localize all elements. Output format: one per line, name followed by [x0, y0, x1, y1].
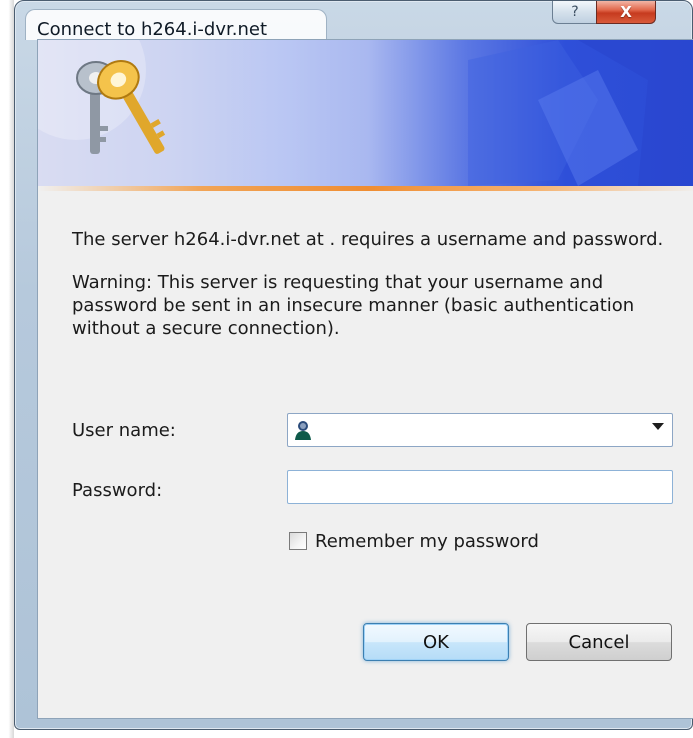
page-edge [0, 0, 14, 738]
server-message: The server h264.i-dvr.net at . requires … [72, 229, 664, 250]
remember-password-checkbox[interactable] [289, 532, 307, 550]
message-area: The server h264.i-dvr.net at . requires … [72, 228, 682, 340]
username-combobox[interactable] [287, 413, 673, 447]
dialog-title: Connect to h264.i-dvr.net [37, 19, 268, 40]
keys-icon [38, 40, 166, 154]
login-dialog: Connect to h264.i-dvr.net ? X The server… [14, 0, 693, 730]
remember-password-label[interactable]: Remember my password [315, 531, 539, 552]
cancel-button[interactable]: Cancel [526, 623, 672, 661]
banner-art [38, 40, 693, 186]
dialog-body: The server h264.i-dvr.net at . requires … [37, 39, 693, 719]
title-bar[interactable]: Connect to h264.i-dvr.net ? X [15, 1, 692, 40]
close-icon: X [620, 3, 632, 21]
banner-divider [38, 186, 693, 191]
close-button[interactable]: X [596, 1, 656, 24]
help-icon: ? [571, 4, 579, 20]
remember-password-option[interactable]: Remember my password [289, 530, 539, 552]
password-label: Password: [72, 480, 163, 501]
help-button[interactable]: ? [552, 1, 598, 24]
username-label: User name: [72, 420, 176, 441]
password-field[interactable] [287, 470, 673, 504]
warning-message: Warning: This server is requesting that … [72, 272, 635, 339]
user-icon [295, 421, 311, 440]
ok-button[interactable]: OK [363, 623, 509, 661]
dropdown-arrow-icon[interactable] [652, 423, 664, 430]
banner [38, 40, 693, 186]
